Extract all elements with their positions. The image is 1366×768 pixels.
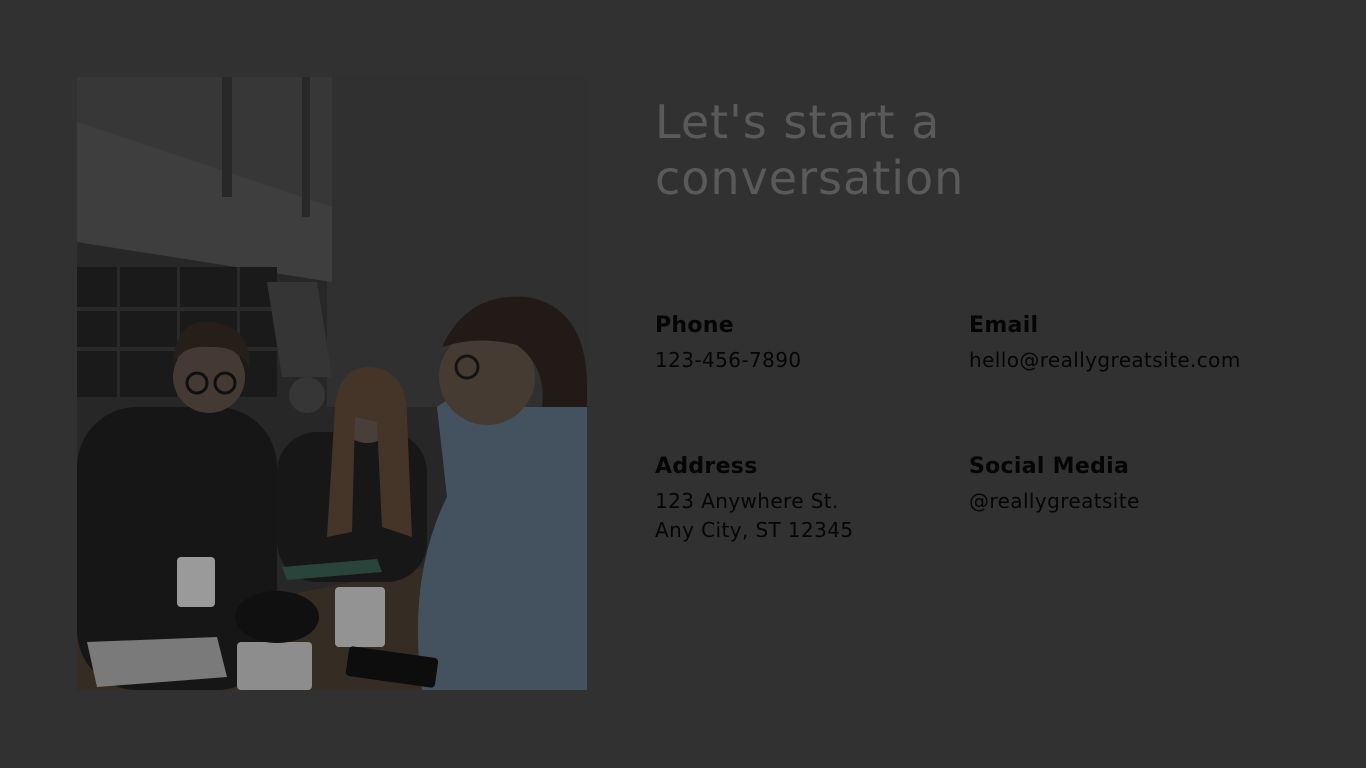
address-label: Address	[655, 454, 758, 479]
social-block: Social Media @reallygreatsite	[969, 453, 1140, 516]
title-line-1: Let's start a	[655, 95, 941, 149]
email-address: hello@reallygreatsite.com	[969, 348, 1241, 372]
social-label: Social Media	[969, 454, 1130, 479]
phone-block: Phone 123-456-7890	[655, 312, 801, 375]
address-line-2: Any City, ST 12345	[655, 518, 854, 542]
page-title: Let's start a conversation	[655, 94, 1255, 206]
address-block: Address 123 Anywhere St. Any City, ST 12…	[655, 453, 854, 545]
contact-slide: Let's start a conversation Phone 123-456…	[0, 0, 1366, 768]
team-meeting-photo	[77, 77, 587, 690]
social-handle: @reallygreatsite	[969, 489, 1140, 513]
title-line-2: conversation	[655, 151, 965, 205]
email-label: Email	[969, 313, 1039, 338]
phone-label: Phone	[655, 313, 734, 338]
phone-number: 123-456-7890	[655, 348, 802, 372]
address-line-1: 123 Anywhere St.	[655, 489, 839, 513]
email-block: Email hello@reallygreatsite.com	[969, 312, 1241, 375]
address-value: 123 Anywhere St. Any City, ST 12345	[655, 487, 854, 545]
